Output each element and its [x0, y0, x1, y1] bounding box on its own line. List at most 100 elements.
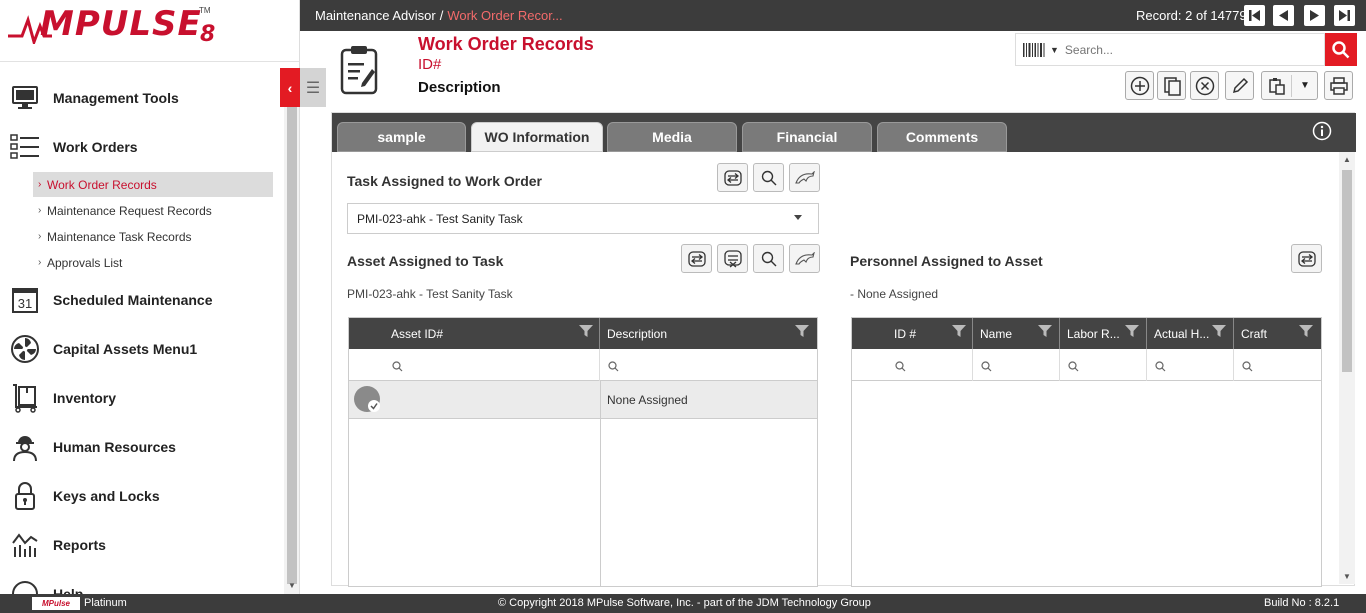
- record-description-label: Description: [418, 79, 501, 96]
- sidebar-item-maintenance-task-records[interactable]: › Maintenance Task Records: [33, 224, 273, 249]
- personnel-grid-filter-row: [852, 349, 1321, 381]
- exchange-icon: [687, 250, 706, 267]
- previous-record-button[interactable]: [1273, 5, 1294, 26]
- remove-asset-button[interactable]: [717, 244, 748, 273]
- tab-wo-information[interactable]: WO Information: [471, 122, 603, 152]
- change-task-button[interactable]: [717, 163, 748, 192]
- change-asset-button[interactable]: [681, 244, 712, 273]
- info-icon[interactable]: [1312, 121, 1332, 144]
- help-icon: [10, 579, 40, 594]
- nav-item-inventory[interactable]: Inventory: [0, 378, 284, 418]
- sidebar-item-maintenance-request-records[interactable]: › Maintenance Request Records: [33, 198, 273, 223]
- search-asset-button[interactable]: [753, 244, 784, 273]
- column-divider: [600, 381, 601, 418]
- search-task-button[interactable]: [753, 163, 784, 192]
- edit-record-button[interactable]: [1225, 71, 1254, 100]
- filter-cell[interactable]: [600, 349, 817, 381]
- calendar-day: 31: [18, 296, 32, 311]
- jump-to-task-button[interactable]: [789, 163, 820, 192]
- personnel-name-column-header[interactable]: Name: [973, 318, 1060, 349]
- filter-cell[interactable]: [349, 349, 600, 381]
- logo-tm: TM: [199, 6, 211, 15]
- search-input[interactable]: [1064, 42, 1275, 57]
- table-row[interactable]: None Assigned: [349, 381, 817, 419]
- change-personnel-button[interactable]: [1291, 244, 1322, 273]
- collapse-sidebar-button[interactable]: ‹: [280, 68, 300, 107]
- pencil-icon: [1232, 77, 1248, 93]
- task-select[interactable]: PMI-023-ahk - Test Sanity Task: [347, 203, 819, 234]
- personnel-section-title: Personnel Assigned to Asset: [850, 253, 1043, 269]
- list-icon: [10, 132, 40, 162]
- filter-icon[interactable]: [1038, 324, 1052, 341]
- selected-row-indicator-icon: [353, 385, 383, 418]
- personnel-actual-hours-column-header[interactable]: Actual H...: [1147, 318, 1234, 349]
- record-header: Work Order Records ID# Description ▼ ▼: [326, 31, 1366, 111]
- jump-to-asset-button[interactable]: [789, 244, 820, 273]
- filter-cell[interactable]: [1147, 349, 1234, 381]
- filter-icon[interactable]: [1212, 324, 1226, 341]
- asset-section-title: Asset Assigned to Task: [347, 253, 504, 269]
- first-record-button[interactable]: [1244, 5, 1265, 26]
- footer-logo: MPulse: [32, 597, 80, 610]
- scroll-down-icon[interactable]: ▼: [288, 581, 296, 590]
- search-scope-dropdown-icon[interactable]: ▼: [1050, 45, 1059, 55]
- chevron-down-icon: ▼: [1300, 80, 1310, 91]
- tab-media[interactable]: Media: [607, 122, 737, 152]
- content-scrollbar[interactable]: ▲ ▼: [1339, 152, 1355, 584]
- chevron-right-icon: ›: [38, 231, 42, 242]
- personnel-id-column-header[interactable]: ID #: [852, 318, 973, 349]
- clipboard-actions-dropdown[interactable]: ▼: [1261, 71, 1318, 100]
- sub-item-label: Approvals List: [47, 255, 123, 270]
- breadcrumb: Maintenance Advisor / Work Order Recor...: [315, 8, 563, 23]
- filter-cell[interactable]: [1234, 349, 1321, 381]
- sidebar-item-approvals-list[interactable]: › Approvals List: [33, 250, 273, 275]
- last-record-icon: [1339, 10, 1350, 21]
- logo-text: MPULSE: [40, 4, 202, 44]
- copy-record-button[interactable]: [1157, 71, 1186, 100]
- sidebar-scrollbar[interactable]: ▼: [284, 68, 299, 594]
- filter-icon[interactable]: [1125, 324, 1139, 341]
- filter-cell[interactable]: [852, 349, 973, 381]
- nav-item-scheduled-maintenance[interactable]: 31 Scheduled Maintenance: [0, 280, 284, 320]
- personnel-labor-rate-column-header[interactable]: Labor R...: [1060, 318, 1147, 349]
- nav-item-human-resources[interactable]: Human Resources: [0, 427, 284, 467]
- tab-comments[interactable]: Comments: [877, 122, 1007, 152]
- filter-icon[interactable]: [952, 324, 966, 341]
- filter-icon[interactable]: [795, 324, 809, 341]
- chevron-left-icon: ‹: [287, 79, 293, 96]
- filter-cell[interactable]: [973, 349, 1060, 381]
- tab-sample[interactable]: sample: [337, 122, 466, 152]
- nav-item-management-tools[interactable]: Management Tools: [0, 78, 284, 118]
- nav-item-keys-and-locks[interactable]: Keys and Locks: [0, 476, 284, 516]
- filter-cell[interactable]: [1060, 349, 1147, 381]
- wo-information-panel: sample WO Information Media Financial Co…: [331, 112, 1356, 587]
- nav-item-capital-assets[interactable]: Capital Assets Menu1: [0, 329, 284, 369]
- asset-description-column-header[interactable]: Description: [600, 318, 817, 349]
- asset-id-column-header[interactable]: Asset ID#: [349, 318, 600, 349]
- breadcrumb-root[interactable]: Maintenance Advisor: [315, 8, 436, 23]
- printer-icon: [1329, 76, 1348, 95]
- tab-financial[interactable]: Financial: [742, 122, 872, 152]
- column-label: Description: [607, 326, 668, 341]
- last-record-button[interactable]: [1334, 5, 1355, 26]
- next-record-button[interactable]: [1304, 5, 1325, 26]
- personnel-craft-column-header[interactable]: Craft: [1234, 318, 1321, 349]
- nav-item-reports[interactable]: Reports: [0, 525, 284, 565]
- scroll-up-icon[interactable]: ▲: [1343, 155, 1351, 164]
- content-scroll-thumb[interactable]: [1342, 170, 1352, 372]
- scroll-down-icon[interactable]: ▼: [1343, 572, 1351, 581]
- paste-icon: [1269, 77, 1285, 95]
- delete-record-button[interactable]: [1190, 71, 1219, 100]
- logo-version: 8: [200, 22, 216, 47]
- print-button[interactable]: [1324, 71, 1353, 100]
- filter-icon[interactable]: [1299, 324, 1313, 341]
- add-record-button[interactable]: [1125, 71, 1154, 100]
- hamburger-menu-button[interactable]: ☰: [300, 68, 326, 107]
- previous-record-icon: [1279, 10, 1288, 21]
- filter-icon[interactable]: [579, 324, 593, 341]
- sidebar-item-work-order-records[interactable]: › Work Order Records: [33, 172, 273, 197]
- search-button[interactable]: [1325, 33, 1357, 66]
- nav-item-help[interactable]: Help: [0, 574, 284, 594]
- sidebar-scroll-thumb[interactable]: [287, 106, 297, 584]
- nav-item-work-orders[interactable]: Work Orders: [0, 127, 284, 167]
